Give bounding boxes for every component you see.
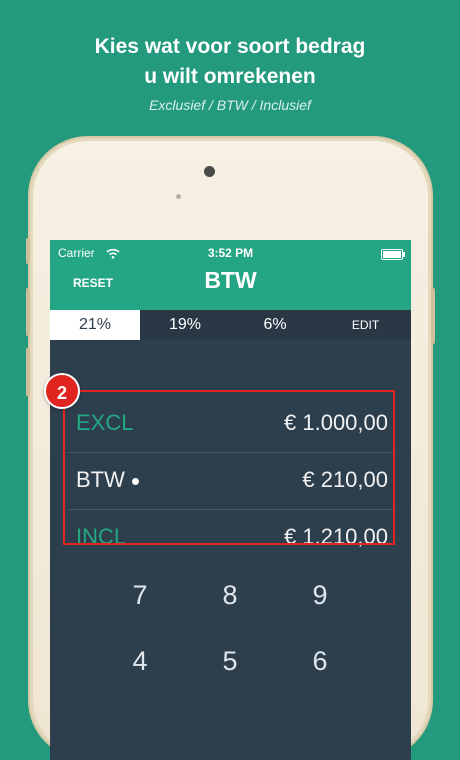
app-header: Carrier 3:52 PM RESET BTW: [50, 240, 411, 310]
front-sensor: [204, 166, 215, 177]
power-button: [431, 288, 435, 344]
page-title: BTW: [204, 267, 257, 293]
key-9[interactable]: 9: [290, 580, 350, 611]
key-7[interactable]: 7: [110, 580, 170, 611]
vat-rate-tabs: 21% 19% 6% EDIT: [50, 310, 411, 340]
headline-subtitle: Exclusief / BTW / Inclusief: [149, 97, 311, 113]
headline-line-2: u wilt omrekenen: [144, 65, 316, 88]
key-4[interactable]: 4: [110, 646, 170, 677]
headline: Kies wat voor soort bedrag u wilt omreke…: [0, 32, 460, 92]
edit-button[interactable]: EDIT: [320, 310, 411, 340]
key-8[interactable]: 8: [200, 580, 260, 611]
app-screen: Carrier 3:52 PM RESET BTW 21% 19% 6% EDI…: [50, 240, 411, 760]
status-time: 3:52 PM: [207, 246, 254, 260]
tab-6-percent[interactable]: 6%: [230, 310, 320, 340]
mute-switch: [26, 238, 30, 264]
volume-down-button: [26, 348, 30, 396]
battery-icon: [381, 249, 405, 260]
highlight-frame: [63, 390, 395, 545]
volume-up-button: [26, 288, 30, 336]
tab-21-percent[interactable]: 21%: [50, 310, 140, 340]
phone-frame: Carrier 3:52 PM RESET BTW 21% 19% 6% EDI…: [26, 138, 435, 760]
headline-line-1: Kies wat voor soort bedrag: [94, 35, 366, 58]
front-camera: [176, 194, 181, 199]
step-badge: 2: [44, 373, 80, 409]
tab-19-percent[interactable]: 19%: [140, 310, 230, 340]
key-6[interactable]: 6: [290, 646, 350, 677]
key-5[interactable]: 5: [200, 646, 260, 677]
